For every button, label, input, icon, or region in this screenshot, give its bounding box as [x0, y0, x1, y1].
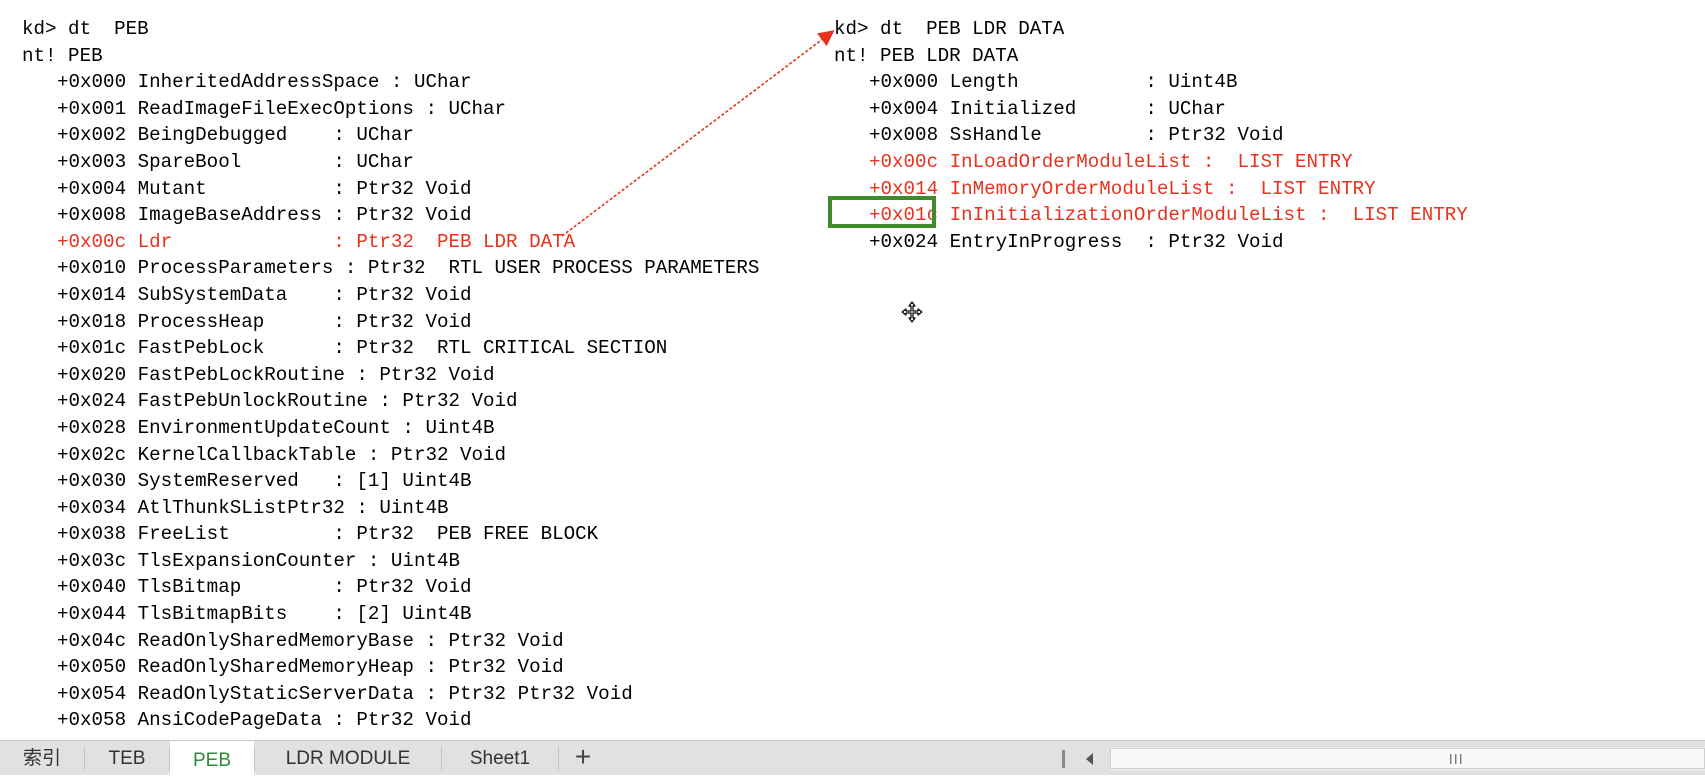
scroll-grip-icon: [1450, 754, 1462, 764]
peb-ldr-data-dump: kd> dt PEB LDR DATA nt! PEB LDR DATA +0x00…: [834, 16, 1468, 255]
peb-dump: kd> dt PEB nt! PEB +0x000 InheritedAddress…: [22, 16, 759, 734]
peb-line: +0x04c ReadOnlySharedMemoryBase : Ptr32 …: [57, 629, 564, 652]
scroll-left-icon[interactable]: [1080, 749, 1100, 769]
sheet-tab-bar: 索引 TEB PEB LDR MODULE Sheet1 +: [0, 740, 1705, 777]
tab-index[interactable]: 索引: [0, 741, 84, 775]
peb-line: +0x038 FreeList : Ptr32 PEB FREE BLOCK: [57, 523, 599, 546]
peb-line: nt! PEB: [22, 44, 103, 67]
peb-line: +0x028 EnvironmentUpdateCount : Uint4B: [57, 416, 495, 439]
peb-line: +0x030 SystemReserved : [1] Uint4B: [57, 470, 472, 493]
tab-label: Sheet1: [469, 748, 531, 769]
peb-line: +0x008 ImageBaseAddress : Ptr32 Void: [57, 204, 472, 227]
ldr-line: +0x024 EntryInProgress : Ptr32 Void: [869, 230, 1284, 253]
peb-line: +0x000 InheritedAddressSpace : UChar: [57, 71, 472, 94]
peb-line: +0x00c Ldr : Ptr32 PEB LDR DATA: [57, 230, 576, 253]
horizontal-scrollbar-thumb[interactable]: [1110, 748, 1705, 769]
peb-line: +0x02c KernelCallbackTable : Ptr32 Void: [57, 443, 507, 466]
add-sheet-button[interactable]: +: [568, 741, 598, 775]
tab-ldr-module[interactable]: LDR MODULE: [255, 741, 441, 775]
ldr-line: +0x00c InLoadOrderModuleList : LIST ENTR…: [869, 150, 1353, 173]
tab-teb[interactable]: TEB: [85, 741, 169, 775]
peb-line: +0x024 FastPebUnlockRoutine : Ptr32 Void: [57, 390, 518, 413]
tab-divider: [558, 747, 559, 771]
ldr-line: kd> dt PEB LDR DATA: [834, 18, 1065, 40]
peb-line: +0x014 SubSystemData : Ptr32 Void: [57, 283, 472, 306]
peb-line: +0x003 SpareBool : UChar: [57, 150, 414, 173]
peb-line: +0x004 Mutant : Ptr32 Void: [57, 177, 472, 200]
peb-line: +0x044 TlsBitmapBits : [2] Uint4B: [57, 603, 472, 626]
worksheet-area[interactable]: kd> dt PEB nt! PEB +0x000 InheritedAddress…: [0, 0, 1705, 740]
plus-icon: +: [574, 741, 592, 772]
peb-line: +0x020 FastPebLockRoutine : Ptr32 Void: [57, 363, 495, 386]
peb-line: +0x001 ReadImageFileExecOptions : UChar: [57, 97, 507, 120]
peb-line: +0x002 BeingDebugged : UChar: [57, 124, 414, 147]
move-cursor-icon: [901, 301, 923, 323]
scroll-splitter-handle[interactable]: [1062, 750, 1065, 768]
ldr-line: +0x01c InInitializationOrderModuleList :…: [869, 204, 1468, 227]
ldr-line: +0x000 Length : Uint4B: [869, 71, 1238, 94]
peb-line: +0x03c TlsExpansionCounter : Uint4B: [57, 549, 461, 572]
tab-label: 索引: [22, 748, 61, 769]
peb-line: +0x040 TlsBitmap : Ptr32 Void: [57, 576, 472, 599]
peb-line: +0x050 ReadOnlySharedMemoryHeap : Ptr32 …: [57, 656, 564, 679]
peb-line: +0x034 AtlThunkSListPtr32 : Uint4B: [57, 496, 449, 519]
ldr-line: +0x014 InMemoryOrderModuleList : LIST EN…: [869, 177, 1376, 200]
tab-label: TEB: [108, 748, 146, 769]
ldr-line: +0x004 Initialized : UChar: [869, 97, 1226, 120]
peb-line: +0x01c FastPebLock : Ptr32 RTL CRITICAL …: [57, 337, 668, 360]
peb-line: +0x018 ProcessHeap : Ptr32 Void: [57, 310, 472, 333]
tab-sheet1[interactable]: Sheet1: [442, 741, 558, 775]
peb-line: +0x054 ReadOnlyStaticServerData : Ptr32 …: [57, 682, 633, 705]
ldr-line: nt! PEB LDR DATA: [834, 44, 1019, 67]
peb-line: +0x058 AnsiCodePageData : Ptr32 Void: [57, 709, 472, 732]
ldr-line: +0x008 SsHandle : Ptr32 Void: [869, 124, 1284, 147]
peb-line: kd> dt PEB: [22, 18, 149, 40]
tab-label: PEB: [192, 750, 232, 771]
tab-peb[interactable]: PEB: [170, 741, 254, 777]
peb-line: +0x010 ProcessParameters : Ptr32 RTL USE…: [57, 257, 760, 280]
tab-label: LDR MODULE: [285, 748, 411, 769]
